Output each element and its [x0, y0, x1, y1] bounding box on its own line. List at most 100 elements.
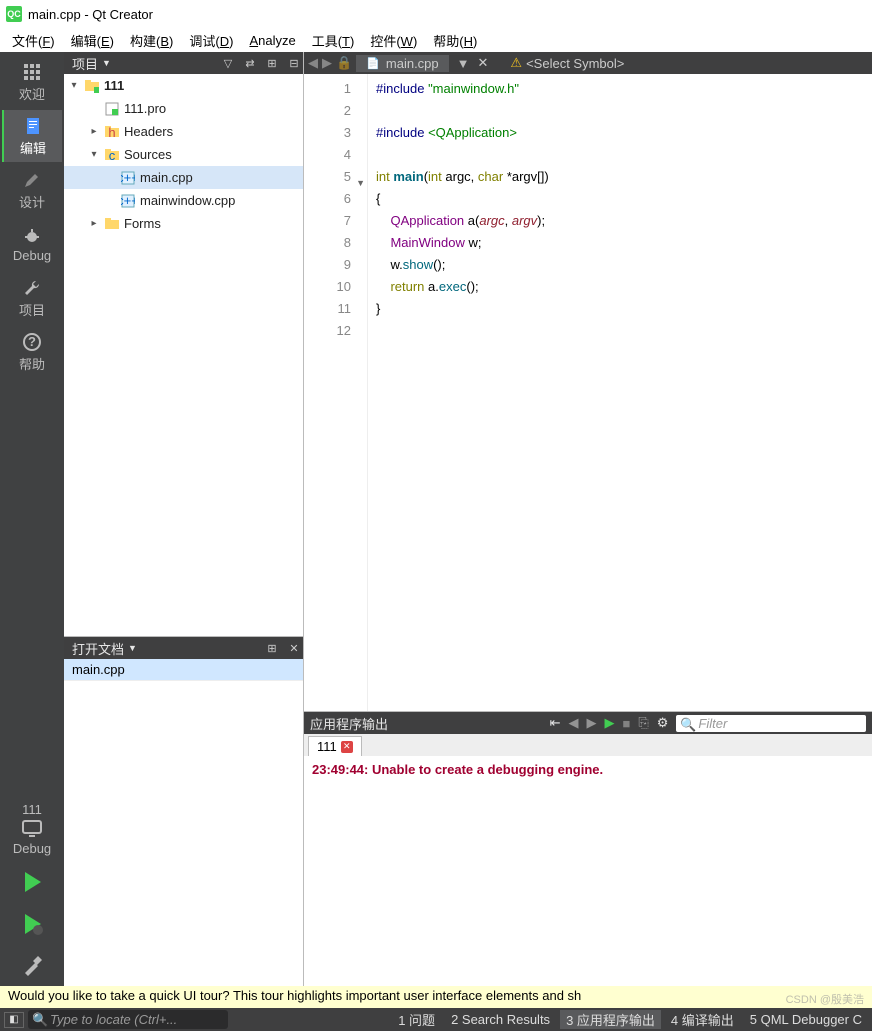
- editor-tab[interactable]: 📄 main.cpp: [356, 55, 448, 72]
- tree-label: 111.pro: [124, 101, 166, 116]
- expand-icon[interactable]: ▸: [88, 218, 100, 229]
- mode-debug[interactable]: Debug: [2, 218, 62, 270]
- editor-header: ◀ ▶ 🔒 📄 main.cpp ▼ ✕ ⚠ <Select Symbol>: [304, 52, 872, 74]
- menu-edit[interactable]: 编辑(E): [63, 29, 122, 52]
- step-icon[interactable]: ◀: [569, 715, 579, 731]
- menubar: 文件(F) 编辑(E) 构建(B) 调试(D) Analyze 工具(T) 控件…: [0, 28, 872, 52]
- output-title: 应用程序输出: [310, 714, 388, 733]
- cpp-file-icon: c++: [120, 193, 136, 209]
- doc-icon: [23, 116, 43, 136]
- output-filter-input[interactable]: 🔍 Filter: [676, 715, 866, 732]
- open-doc-main-cpp[interactable]: main.cpp: [64, 659, 303, 681]
- filter-icon[interactable]: ▽: [219, 57, 237, 70]
- tree-label: main.cpp: [140, 170, 193, 185]
- titlebar: QC main.cpp - Qt Creator: [0, 0, 872, 28]
- mode-welcome[interactable]: 欢迎: [2, 56, 62, 108]
- app-logo: QC: [6, 6, 22, 22]
- close-icon[interactable]: ✕: [341, 741, 353, 753]
- tree-sources-folder[interactable]: ▾ c Sources: [64, 143, 303, 166]
- run-icon[interactable]: ▶: [605, 715, 615, 731]
- lock-icon[interactable]: 🔒: [336, 55, 352, 71]
- compile-output-tab[interactable]: 4 编译输出: [665, 1010, 740, 1029]
- projects-tree[interactable]: ▾ 111 111.pro ▸ h Headers ▾ c Sources: [64, 74, 303, 636]
- collapse-icon[interactable]: ⊟: [285, 57, 303, 70]
- rerun-icon[interactable]: ⇤: [550, 715, 561, 731]
- menu-file[interactable]: 文件(F): [4, 29, 63, 52]
- pencil-icon: [22, 170, 42, 190]
- close-tab-icon[interactable]: ✕: [478, 55, 489, 71]
- qml-debugger-tab[interactable]: 5 QML Debugger C: [744, 1012, 868, 1027]
- mode-label: 项目: [19, 300, 45, 319]
- open-docs-title: 打开文档: [72, 639, 124, 658]
- menu-analyze[interactable]: Analyze: [241, 31, 303, 50]
- wrench-icon: [22, 278, 42, 298]
- attach-icon[interactable]: ⎘: [638, 715, 648, 731]
- chevron-down-icon[interactable]: ▼: [128, 643, 137, 653]
- build-button[interactable]: [2, 946, 62, 986]
- tree-mainwindow-cpp[interactable]: c++ mainwindow.cpp: [64, 189, 303, 212]
- expand-icon[interactable]: ▸: [88, 126, 100, 137]
- menu-build[interactable]: 构建(B): [122, 29, 181, 52]
- open-docs-list[interactable]: main.cpp: [64, 659, 303, 986]
- stop-icon[interactable]: ■: [623, 716, 631, 731]
- info-strip[interactable]: Would you like to take a quick UI tour? …: [0, 986, 872, 1008]
- menu-help[interactable]: 帮助(H): [425, 29, 485, 52]
- tree-headers-folder[interactable]: ▸ h Headers: [64, 120, 303, 143]
- step-icon[interactable]: ▶: [587, 715, 597, 731]
- mode-edit[interactable]: 编辑: [2, 110, 62, 162]
- run-debug-button[interactable]: [2, 904, 62, 944]
- output-tab-111[interactable]: 111 ✕: [308, 736, 362, 756]
- fold-icon[interactable]: ▼: [356, 172, 365, 194]
- tree-label: mainwindow.cpp: [140, 193, 235, 208]
- link-icon[interactable]: ⇄: [241, 57, 259, 70]
- menu-window[interactable]: 控件(W): [362, 29, 425, 52]
- settings-icon[interactable]: ⚙: [657, 715, 669, 731]
- chevron-down-icon[interactable]: ▼: [102, 58, 111, 68]
- code-body[interactable]: #include "mainwindow.h" #include <QAppli…: [368, 74, 557, 711]
- folder-icon: h: [104, 124, 120, 140]
- nav-back-icon[interactable]: ◀: [308, 55, 318, 71]
- tree-pro-file[interactable]: 111.pro: [64, 97, 303, 120]
- mode-bar: 欢迎 编辑 设计 Debug 项目 ? 帮助 111 Debug: [0, 52, 64, 986]
- output-body[interactable]: 23:49:44: Unable to create a debugging e…: [304, 756, 872, 986]
- editor-pane[interactable]: 1234 5▼ 6789101112 #include "mainwindow.…: [304, 74, 872, 711]
- left-pane-toggle[interactable]: ◧: [4, 1012, 24, 1028]
- tree-main-cpp[interactable]: c++ main.cpp: [64, 166, 303, 189]
- split-icon[interactable]: ⊞: [263, 642, 281, 655]
- symbol-selector[interactable]: ⚠ <Select Symbol>: [504, 55, 630, 71]
- mode-help[interactable]: ? 帮助: [2, 326, 62, 378]
- cpp-file-icon: 📄: [366, 57, 380, 70]
- expand-icon[interactable]: ▾: [88, 149, 100, 160]
- mode-projects[interactable]: 项目: [2, 272, 62, 324]
- split-icon[interactable]: ⊞: [263, 57, 281, 70]
- target-selector[interactable]: 111 Debug: [2, 798, 62, 860]
- nav-forward-icon[interactable]: ▶: [322, 55, 332, 71]
- watermark: CSDN @殷美浩: [786, 991, 864, 1007]
- svg-text:?: ?: [28, 334, 36, 349]
- expand-icon[interactable]: ▾: [68, 80, 80, 91]
- output-panel: 应用程序输出 ⇤ ◀ ▶ ▶ ■ ⎘ ⚙ 🔍 Filter 111 ✕: [304, 711, 872, 986]
- tree-label: Forms: [124, 216, 161, 231]
- tree-forms-folder[interactable]: ▸ Forms: [64, 212, 303, 235]
- search-results-tab[interactable]: 2 Search Results: [445, 1012, 556, 1027]
- svg-text:c: c: [109, 148, 116, 162]
- bug-icon: [22, 226, 42, 246]
- locator-placeholder: Type to locate (Ctrl+...: [50, 1012, 177, 1027]
- close-pane-icon[interactable]: ✕: [285, 642, 303, 655]
- run-button[interactable]: [2, 862, 62, 902]
- search-icon: 🔍: [32, 1012, 48, 1028]
- mode-design[interactable]: 设计: [2, 164, 62, 216]
- chevron-down-icon[interactable]: ▼: [453, 56, 474, 71]
- grid-icon: [22, 62, 42, 82]
- folder-icon: [104, 216, 120, 232]
- app-output-tab[interactable]: 3 应用程序输出: [560, 1010, 661, 1029]
- tree-project-root[interactable]: ▾ 111: [64, 74, 303, 97]
- svg-text:h: h: [108, 125, 115, 139]
- locator-input[interactable]: 🔍 Type to locate (Ctrl+...: [28, 1010, 228, 1029]
- issues-tab[interactable]: 1 问题: [392, 1010, 441, 1029]
- mode-label: 编辑: [20, 138, 46, 157]
- navigator-column: 项目 ▼ ▽ ⇄ ⊞ ⊟ ▾ 111 111.pro ▸ h H: [64, 52, 304, 986]
- menu-debug[interactable]: 调试(D): [181, 29, 241, 52]
- line-gutter[interactable]: 1234 5▼ 6789101112: [304, 74, 368, 711]
- menu-tools[interactable]: 工具(T): [304, 29, 363, 52]
